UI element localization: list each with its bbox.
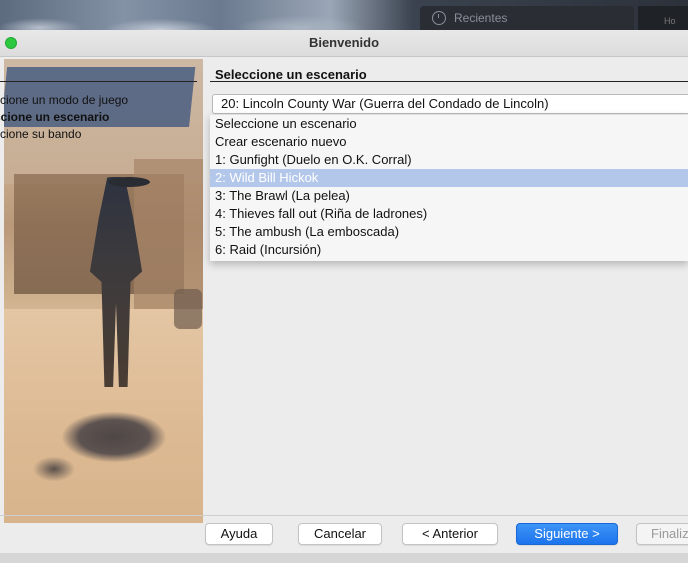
back-button[interactable]: < Anterior [402,523,498,545]
scenario-select[interactable]: 20: Lincoln County War (Guerra del Conda… [212,94,688,114]
poster-fallen-figure [24,389,184,489]
scenario-option[interactable]: 5: The ambush (La emboscada) [210,223,688,241]
poster-hat [108,177,150,187]
scenario-option[interactable]: Seleccione un escenario [210,115,688,133]
desktop-corner-text: Ho [664,16,676,26]
window-bottom-edge [0,553,688,563]
recents-label: Recientes [454,11,508,25]
scenario-option[interactable]: Crear escenario nuevo [210,133,688,151]
clock-icon [432,11,446,25]
scenario-option[interactable]: 4: Thieves fall out (Riña de ladrones) [210,205,688,223]
scenario-dropdown-list: Seleccione un escenario Crear escenario … [210,115,688,261]
desktop-corner: Ho [638,6,688,30]
scenario-option[interactable]: 1: Gunfight (Duelo en O.K. Corral) [210,151,688,169]
desktop-background: Recientes Ho [0,0,688,30]
step-item: ccione un modo de juego [0,93,129,107]
step-item-current: ccione un escenario [0,110,110,124]
wizard-steps: ccione un modo de juego ccione un escena… [0,92,128,143]
recents-tab[interactable]: Recientes [420,6,634,30]
scenario-option[interactable]: 6: Raid (Incursión) [210,241,688,259]
window-control-icon[interactable] [5,37,17,49]
cancel-button[interactable]: Cancelar [298,523,382,545]
mountain-wallpaper [0,0,420,30]
panel-heading: Seleccione un escenario [215,67,367,82]
help-button[interactable]: Ayuda [205,523,273,545]
poster-horse [174,289,202,329]
finish-button: Finaliz [636,523,688,545]
steps-divider [0,81,197,82]
button-bar-divider [0,515,688,516]
step-item: ccione su bando [0,127,82,141]
scenario-option[interactable]: 3: The Brawl (La pelea) [210,187,688,205]
scenario-option-highlighted[interactable]: 2: Wild Bill Hickok [210,169,688,187]
window-title: Bienvenido [308,35,380,50]
wizard-window: Bienvenido █████ ccione un modo de juego… [0,30,688,563]
title-bar[interactable]: Bienvenido [0,30,688,57]
next-button[interactable]: Siguiente > [516,523,618,545]
panel-divider [210,81,688,82]
